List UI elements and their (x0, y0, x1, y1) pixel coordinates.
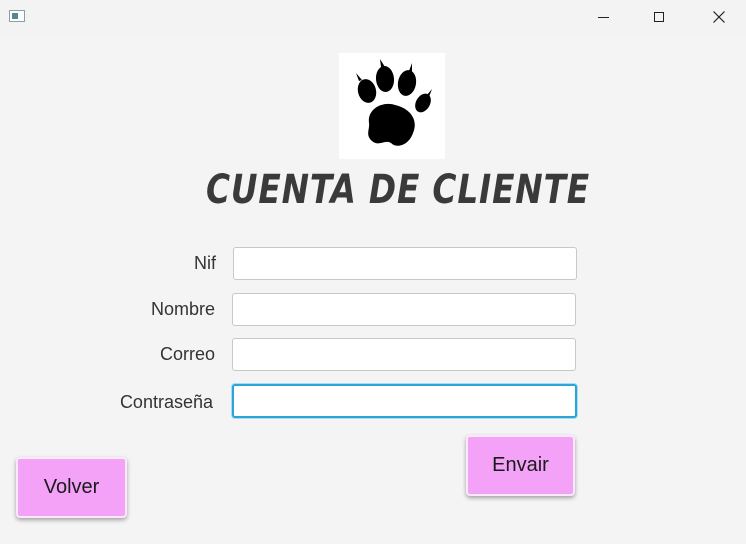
correo-field[interactable] (232, 338, 576, 371)
volver-button[interactable]: Volver (16, 457, 127, 518)
nif-label: Nif (194, 253, 216, 273)
close-button[interactable] (696, 0, 742, 34)
nombre-field[interactable] (232, 293, 576, 326)
correo-label: Correo (159, 344, 215, 364)
app-window: CUENTA DE CLIENTE Nif Nombre Correo Cont… (0, 0, 746, 544)
envair-button[interactable]: Envair (466, 435, 575, 496)
maximize-button[interactable] (636, 0, 682, 34)
logo (339, 53, 445, 159)
page-title: CUENTA DE CLIENTE (205, 167, 590, 213)
minimize-button[interactable] (580, 0, 626, 34)
app-icon (9, 10, 25, 22)
envair-button-label: Envair (492, 454, 549, 476)
paw-print-icon (356, 59, 432, 146)
nif-field[interactable] (233, 247, 577, 280)
maximize-icon (654, 12, 664, 22)
volver-button-label: Volver (43, 476, 100, 498)
close-icon (713, 11, 725, 23)
contrasena-label: Contraseña (119, 392, 213, 412)
minimize-icon (597, 16, 609, 18)
title-bar (0, 0, 746, 34)
contrasena-field[interactable] (232, 384, 577, 418)
nombre-label: Nombre (150, 299, 215, 319)
